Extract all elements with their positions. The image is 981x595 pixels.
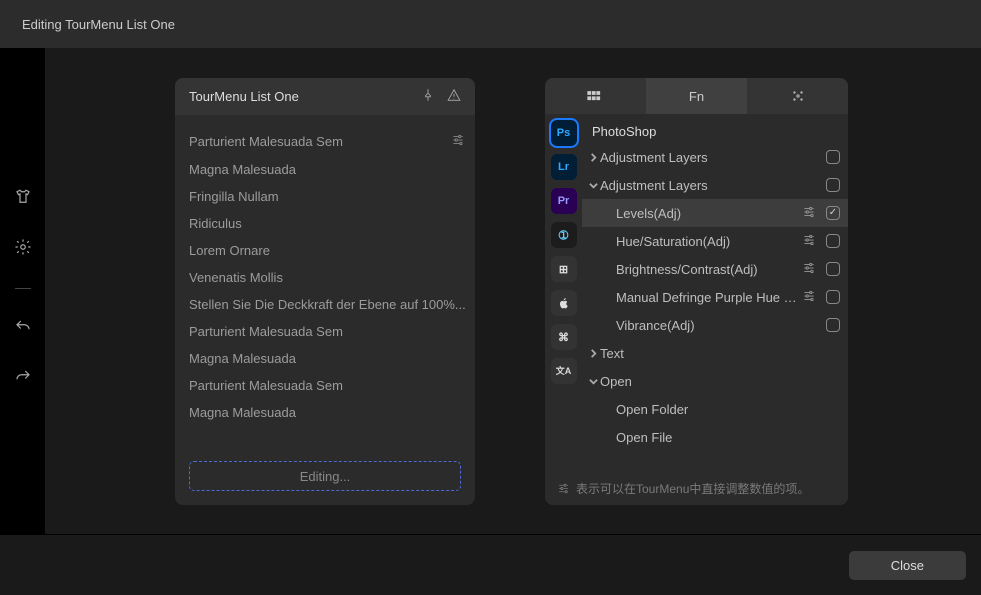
list-item-label: Magna Malesuada <box>189 405 296 420</box>
list-item-label: Magna Malesuada <box>189 351 296 366</box>
tree-row-label: Open Folder <box>608 402 840 417</box>
tree-row-label: Vibrance(Adj) <box>608 318 822 333</box>
list-item-label: Fringilla Nullam <box>189 189 279 204</box>
list-body[interactable]: Parturient Malesuada Sem Magna Malesuada F… <box>175 115 475 447</box>
footer: Close <box>0 534 981 595</box>
list-item-label: Parturient Malesuada Sem <box>189 378 343 393</box>
tourmenu-list-card: TourMenu List One Parturient Malesuada S… <box>175 78 475 505</box>
app-trans[interactable]: 文A <box>551 358 577 384</box>
checkbox[interactable] <box>826 234 840 248</box>
sliders-icon <box>802 205 822 222</box>
list-item[interactable]: Parturient Malesuada Sem <box>189 318 471 345</box>
tab-fn[interactable]: Fn <box>646 78 747 114</box>
tree-row-label: Brightness/Contrast(Adj) <box>608 262 802 277</box>
sliders-icon <box>451 133 471 150</box>
list-item[interactable]: Parturient Malesuada Sem <box>189 372 471 399</box>
sliders-icon <box>802 233 822 250</box>
tree-row-label: Open <box>600 374 840 389</box>
app-rail: Ps Lr Pr ➀ ⊞ ⌘ 文A <box>545 114 582 472</box>
list-item[interactable]: Magna Malesuada <box>189 156 471 183</box>
function-panel: Fn Ps Lr Pr ➀ ⊞ ⌘ 文A PhotoShop Adjustment Laye… <box>545 78 848 505</box>
tree-row[interactable]: Adjustment Layers <box>582 171 848 199</box>
tree-row[interactable]: Open Folder <box>582 395 848 423</box>
checkbox[interactable] <box>826 206 840 220</box>
app-cmd[interactable]: ⌘ <box>551 324 577 350</box>
tree: PhotoShop Adjustment Layers Adjustment La… <box>582 114 848 472</box>
sliders-icon <box>802 261 822 278</box>
panel-tabs: Fn <box>545 78 848 114</box>
tree-row[interactable]: Open <box>582 367 848 395</box>
sliders-icon <box>802 289 822 306</box>
list-item[interactable]: Lorem Ornare <box>189 237 471 264</box>
list-item-label: Venenatis Mollis <box>189 270 283 285</box>
tree-row-label: Levels(Adj) <box>608 206 802 221</box>
tree-row[interactable]: Text <box>582 339 848 367</box>
list-item-label: Parturient Malesuada Sem <box>189 324 343 339</box>
shirt-icon[interactable] <box>14 188 32 209</box>
list-item[interactable]: Magna Malesuada <box>189 345 471 372</box>
app-pr[interactable]: Pr <box>551 188 577 214</box>
redo-icon[interactable] <box>14 368 32 389</box>
list-title: TourMenu List One <box>189 89 299 104</box>
sliders-icon <box>557 482 570 495</box>
tree-row[interactable]: Open File <box>582 423 848 451</box>
tree-row-label: Adjustment Layers <box>600 150 822 165</box>
list-item[interactable]: Venenatis Mollis <box>189 264 471 291</box>
editing-placeholder[interactable]: Editing... <box>189 461 461 491</box>
tree-row-label: Open File <box>608 430 840 445</box>
section-title: PhotoShop <box>582 120 848 143</box>
tree-row[interactable]: Brightness/Contrast(Adj) <box>582 255 848 283</box>
list-item-label: Parturient Malesuada Sem <box>189 134 343 149</box>
tab-grid[interactable] <box>545 78 646 114</box>
tree-row[interactable]: Hue/Saturation(Adj) <box>582 227 848 255</box>
app-one[interactable]: ➀ <box>551 222 577 248</box>
tree-row[interactable]: Adjustment Layers <box>582 143 848 171</box>
list-header: TourMenu List One <box>175 78 475 115</box>
list-item-label: Stellen Sie Die Deckkraft der Ebene auf … <box>189 297 466 312</box>
sparkle-icon <box>789 89 807 103</box>
checkbox[interactable] <box>826 262 840 276</box>
fn-label: Fn <box>689 89 704 104</box>
chevron-down-icon <box>588 181 598 190</box>
content-area: TourMenu List One Parturient Malesuada S… <box>45 48 981 534</box>
chevron-right-icon <box>588 153 598 162</box>
tree-row-label: Adjustment Layers <box>600 178 822 193</box>
list-item[interactable]: Parturient Malesuada Sem <box>189 127 471 156</box>
gear-icon[interactable] <box>14 238 32 259</box>
close-button[interactable]: Close <box>849 551 966 580</box>
app-ps[interactable]: Ps <box>551 120 577 146</box>
list-item-label: Lorem Ornare <box>189 243 270 258</box>
list-item[interactable]: Fringilla Nullam <box>189 183 471 210</box>
tab-settings[interactable] <box>747 78 848 114</box>
tree-row[interactable]: Manual Defringe Purple Hue Hi... <box>582 283 848 311</box>
list-item[interactable]: Magna Malesuada <box>189 399 471 426</box>
tree-row-label: Manual Defringe Purple Hue Hi... <box>608 290 802 305</box>
chevron-down-icon <box>588 377 598 386</box>
app-win[interactable]: ⊞ <box>551 256 577 282</box>
tree-row-label: Text <box>600 346 840 361</box>
checkbox[interactable] <box>826 150 840 164</box>
undo-icon[interactable] <box>14 318 32 339</box>
list-item[interactable]: Ridiculus <box>189 210 471 237</box>
warning-icon[interactable] <box>447 88 461 105</box>
page-title: Editing TourMenu List One <box>22 17 175 32</box>
checkbox[interactable] <box>826 178 840 192</box>
list-item-label: Magna Malesuada <box>189 162 296 177</box>
checkbox[interactable] <box>826 290 840 304</box>
checkbox[interactable] <box>826 318 840 332</box>
grid-icon <box>587 89 605 103</box>
chevron-right-icon <box>588 349 598 358</box>
tree-row[interactable]: Vibrance(Adj) <box>582 311 848 339</box>
app-lr[interactable]: Lr <box>551 154 577 180</box>
list-item[interactable]: Stellen Sie Die Deckkraft der Ebene auf … <box>189 291 471 318</box>
left-sidebar <box>0 48 45 534</box>
hint-bar: 表示可以在TourMenu中直接调整数值的项。 <box>545 472 848 505</box>
tree-row[interactable]: Levels(Adj) <box>582 199 848 227</box>
app-mac[interactable] <box>551 290 577 316</box>
pin-icon[interactable] <box>421 88 435 105</box>
list-item-label: Ridiculus <box>189 216 242 231</box>
hint-text: 表示可以在TourMenu中直接调整数值的项。 <box>576 480 809 497</box>
separator <box>15 288 31 289</box>
tree-row-label: Hue/Saturation(Adj) <box>608 234 802 249</box>
